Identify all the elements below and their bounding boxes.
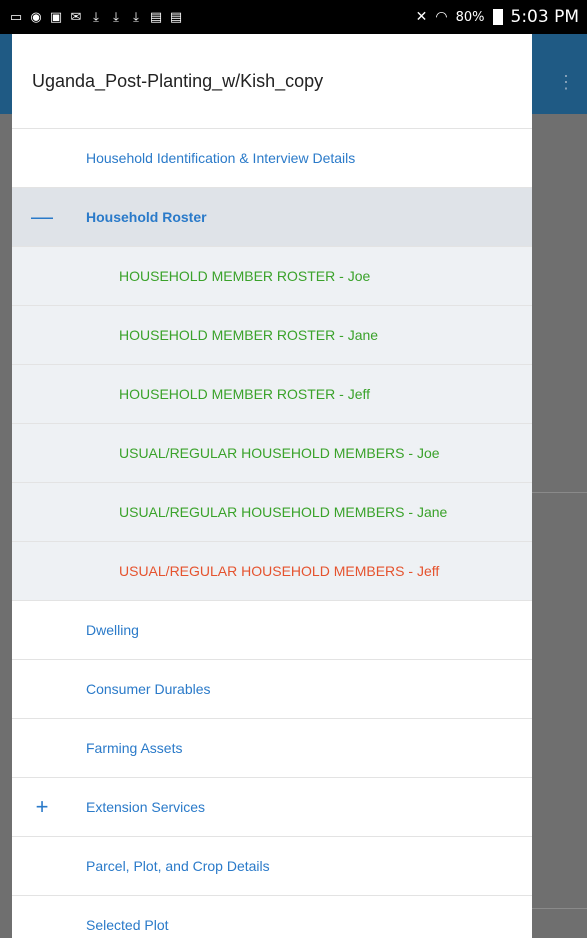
wifi-hotspot-icon: ◉ — [30, 9, 42, 25]
nav-item-label: Extension Services — [86, 799, 206, 815]
nav-item-extension-services[interactable]: + Extension Services — [12, 778, 532, 837]
clipboard-icon: ▤ — [169, 9, 183, 25]
divider — [532, 908, 587, 909]
nav-item-parcel-plot-crop[interactable]: Parcel, Plot, and Crop Details — [12, 837, 532, 896]
status-time: 5:03 PM — [510, 7, 580, 27]
sub-item-usual-members-jane[interactable]: USUAL/REGULAR HOUSEHOLD MEMBERS - Jane — [12, 483, 532, 542]
download-icon: ⤓ — [113, 9, 119, 25]
drawer-title: Uganda_Post-Planting_w/Kish_copy — [12, 34, 532, 129]
gallery-icon: ▣ — [49, 9, 63, 25]
wifi-icon: ◠ — [435, 9, 448, 25]
expand-icon[interactable]: + — [30, 796, 54, 818]
nav-item-household-roster[interactable]: — Household Roster — [12, 188, 532, 247]
nav-item-label: HOUSEHOLD MEMBER ROSTER - Jane — [119, 327, 379, 343]
battery-icon — [492, 9, 503, 25]
nav-item-label: USUAL/REGULAR HOUSEHOLD MEMBERS - Jane — [119, 504, 448, 520]
nav-item-label: USUAL/REGULAR HOUSEHOLD MEMBERS - Joe — [119, 445, 440, 461]
nav-item-label: Dwelling — [86, 622, 139, 638]
sub-item-member-roster-joe[interactable]: HOUSEHOLD MEMBER ROSTER - Joe — [12, 247, 532, 306]
cast-icon: ▭ — [9, 9, 23, 25]
status-bar: ▭ ◉ ▣ ✉ ⤓ ⤓ ⤓ ▤ ▤ ✕ ◠ 80% 5:03 PM — [0, 0, 587, 34]
nav-item-label: USUAL/REGULAR HOUSEHOLD MEMBERS - Jeff — [119, 563, 440, 579]
section-list: Household Identification & Interview Det… — [12, 129, 532, 938]
nav-item-label: Parcel, Plot, and Crop Details — [86, 858, 270, 874]
nav-item-farming-assets[interactable]: Farming Assets — [12, 719, 532, 778]
download-icon: ⤓ — [93, 9, 99, 25]
notification-icons: ▭ ◉ ▣ ✉ ⤓ ⤓ ⤓ ▤ ▤ — [8, 9, 184, 25]
download-icon: ⤓ — [133, 9, 139, 25]
sub-item-usual-members-joe[interactable]: USUAL/REGULAR HOUSEHOLD MEMBERS - Joe — [12, 424, 532, 483]
collapse-icon[interactable]: — — [30, 206, 54, 228]
navigation-drawer: Uganda_Post-Planting_w/Kish_copy Househo… — [12, 34, 532, 938]
more-vert-icon[interactable]: ⋮ — [557, 72, 575, 93]
nav-item-label: Household Roster — [86, 209, 207, 225]
clipboard-icon: ▤ — [149, 9, 163, 25]
sub-item-member-roster-jane[interactable]: HOUSEHOLD MEMBER ROSTER - Jane — [12, 306, 532, 365]
nav-item-label: Household Identification & Interview Det… — [86, 150, 356, 166]
nav-item-label: Selected Plot — [86, 917, 169, 933]
divider — [532, 492, 587, 493]
mail-icon: ✉ — [70, 9, 82, 25]
nav-item-consumer-durables[interactable]: Consumer Durables — [12, 660, 532, 719]
nav-item-label: Farming Assets — [86, 740, 183, 756]
sub-item-member-roster-jeff[interactable]: HOUSEHOLD MEMBER ROSTER - Jeff — [12, 365, 532, 424]
battery-percent: 80% — [455, 9, 485, 25]
nav-item-dwelling[interactable]: Dwelling — [12, 601, 532, 660]
nav-item-label: HOUSEHOLD MEMBER ROSTER - Jeff — [119, 386, 371, 402]
nav-item-selected-plot[interactable]: Selected Plot — [12, 896, 532, 938]
nav-item-label: HOUSEHOLD MEMBER ROSTER - Joe — [119, 268, 371, 284]
mute-icon: ✕ — [415, 9, 428, 25]
sub-item-usual-members-jeff[interactable]: USUAL/REGULAR HOUSEHOLD MEMBERS - Jeff — [12, 542, 532, 601]
nav-item-label: Consumer Durables — [86, 681, 211, 697]
nav-item-household-identification[interactable]: Household Identification & Interview Det… — [12, 129, 532, 188]
